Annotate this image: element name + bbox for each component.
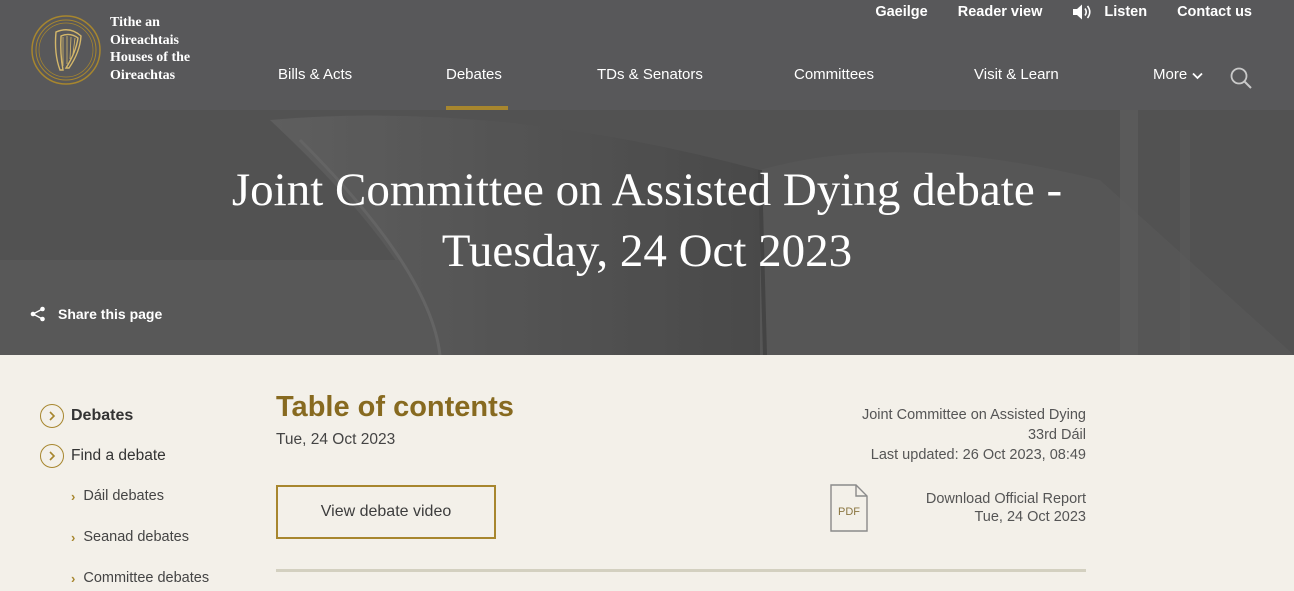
page-title: Joint Committee on Assisted Dying debate…: [150, 160, 1144, 282]
chevron-right-circle-icon: [40, 404, 64, 428]
sidebar-subitem-committee-debates[interactable]: › Committee debates: [71, 570, 209, 586]
table-of-contents-heading: Table of contents: [276, 391, 514, 423]
chevron-down-icon: [1192, 67, 1203, 84]
chevron-right-icon: ›: [71, 570, 76, 586]
debate-meta: Joint Committee on Assisted Dying 33rd D…: [862, 405, 1086, 465]
download-label: Download Official Report: [925, 491, 1086, 507]
committee-name: Joint Committee on Assisted Dying: [861, 407, 1086, 423]
debate-date: Tue, 24 Oct 2023: [276, 431, 396, 448]
download-date: Tue, 24 Oct 2023: [974, 509, 1086, 525]
nav-more-label: More: [1153, 66, 1188, 83]
speaker-icon: [1072, 3, 1094, 21]
utility-nav: Gaeilge Reader view Listen Contact us: [845, 2, 1252, 22]
pdf-icon-label: PDF: [838, 506, 860, 518]
page-title-line: Tuesday, 24 Oct 2023: [441, 225, 853, 277]
main-nav: Bills & Acts Debates TDs & Senators Comm…: [0, 66, 1294, 110]
share-page-button[interactable]: Share this page: [30, 306, 162, 322]
logo-line: Tithe an: [110, 15, 160, 30]
nav-bills-acts[interactable]: Bills & Acts: [278, 66, 352, 110]
last-updated: Last updated: 26 Oct 2023, 08:49: [870, 447, 1086, 463]
dail-number: 33rd Dáil: [1027, 427, 1086, 443]
content-divider: [276, 569, 1086, 572]
sidebar-item-label: Find a debate: [71, 447, 166, 464]
reader-view-link[interactable]: Reader view: [958, 4, 1043, 20]
nav-more[interactable]: More: [1153, 66, 1203, 110]
hero-banner: Joint Committee on Assisted Dying debate…: [0, 110, 1294, 355]
listen-label: Listen: [1104, 4, 1148, 20]
site-header: Tithe an Oireachtais Houses of the Oirea…: [0, 0, 1294, 110]
contact-us-link[interactable]: Contact us: [1177, 4, 1252, 20]
sidebar-subitem-label: Dáil debates: [83, 488, 164, 504]
download-official-report-link[interactable]: Download Official Report Tue, 24 Oct 202…: [926, 490, 1086, 526]
sidebar-subitem-label: Committee debates: [83, 570, 210, 586]
nav-committees[interactable]: Committees: [794, 66, 874, 110]
sidebar-item-find-a-debate[interactable]: Find a debate: [40, 444, 166, 468]
view-debate-video-button[interactable]: View debate video: [276, 485, 496, 539]
listen-button[interactable]: Listen: [1072, 3, 1147, 21]
chevron-right-icon: ›: [71, 529, 76, 545]
sidebar-item-debates[interactable]: Debates: [40, 404, 133, 428]
nav-debates[interactable]: Debates: [446, 66, 508, 110]
logo-line: Oireachtais: [110, 32, 179, 48]
chevron-right-circle-icon: [40, 444, 64, 468]
sidebar-subitem-label: Seanad debates: [83, 529, 189, 545]
pdf-icon[interactable]: PDF: [830, 484, 868, 532]
page-title-line: Joint Committee on Assisted Dying debate…: [231, 164, 1063, 216]
chevron-right-icon: ›: [71, 488, 76, 504]
sidebar-item-label: Debates: [71, 407, 134, 424]
logo-line: Houses of the: [110, 50, 191, 65]
search-icon[interactable]: [1229, 66, 1253, 90]
nav-tds-senators[interactable]: TDs & Senators: [597, 66, 703, 110]
gaeilge-link[interactable]: Gaeilge: [875, 4, 927, 20]
sidebar-subitem-seanad-debates[interactable]: › Seanad debates: [71, 529, 189, 545]
share-icon: [30, 306, 45, 322]
sidebar-subitem-dail-debates[interactable]: › Dáil debates: [71, 488, 164, 504]
nav-visit-learn[interactable]: Visit & Learn: [974, 66, 1059, 110]
share-label: Share this page: [58, 306, 163, 322]
